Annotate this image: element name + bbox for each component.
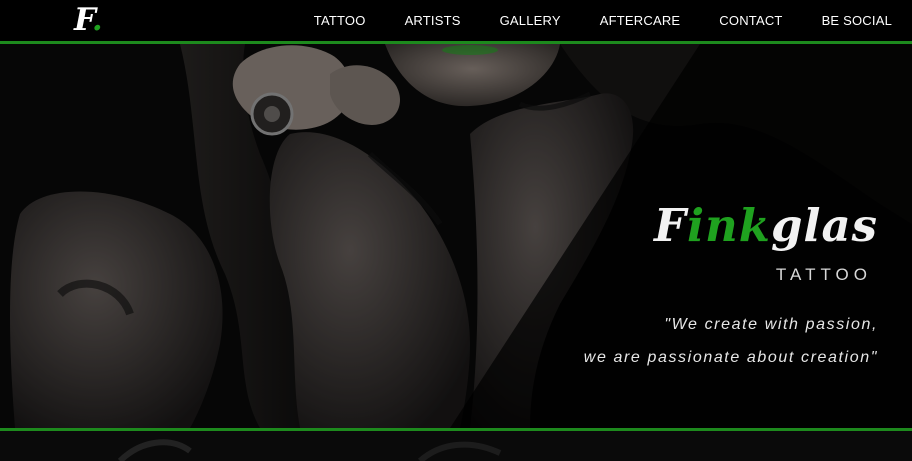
brand-title: Finkglas bbox=[654, 199, 878, 252]
main-menu: TATTOO ARTISTS GALLERY AFTERCARE CONTACT… bbox=[275, 0, 892, 41]
quote-line-2: we are passionate about creation" bbox=[583, 349, 878, 366]
brand-part-green: ink bbox=[686, 199, 771, 252]
brand-part-2: glas bbox=[770, 199, 878, 252]
nav-accent-border bbox=[0, 41, 912, 44]
nav-link-artists[interactable]: ARTISTS bbox=[405, 13, 461, 28]
hero-banner: Finkglas TATTOO "We create with passion,… bbox=[0, 44, 912, 428]
nav-link-gallery[interactable]: GALLERY bbox=[500, 13, 561, 28]
next-section-preview bbox=[0, 431, 912, 461]
nav-link-tattoo[interactable]: TATTOO bbox=[314, 13, 366, 28]
brand-part-1: F bbox=[653, 199, 687, 252]
quote-line-1: "We create with passion, bbox=[664, 316, 878, 333]
brand-subtitle: TATTOO bbox=[775, 265, 872, 284]
logo-dot: . bbox=[91, 2, 103, 38]
logo[interactable]: F. bbox=[74, 2, 103, 38]
logo-letter: F bbox=[74, 2, 93, 38]
nav-link-contact[interactable]: CONTACT bbox=[719, 13, 782, 28]
top-navbar: F. TATTOO ARTISTS GALLERY AFTERCARE CONT… bbox=[0, 0, 912, 41]
nav-link-aftercare[interactable]: AFTERCARE bbox=[600, 13, 681, 28]
nav-link-be-social[interactable]: BE SOCIAL bbox=[822, 13, 892, 28]
section-background-pattern bbox=[117, 439, 502, 461]
